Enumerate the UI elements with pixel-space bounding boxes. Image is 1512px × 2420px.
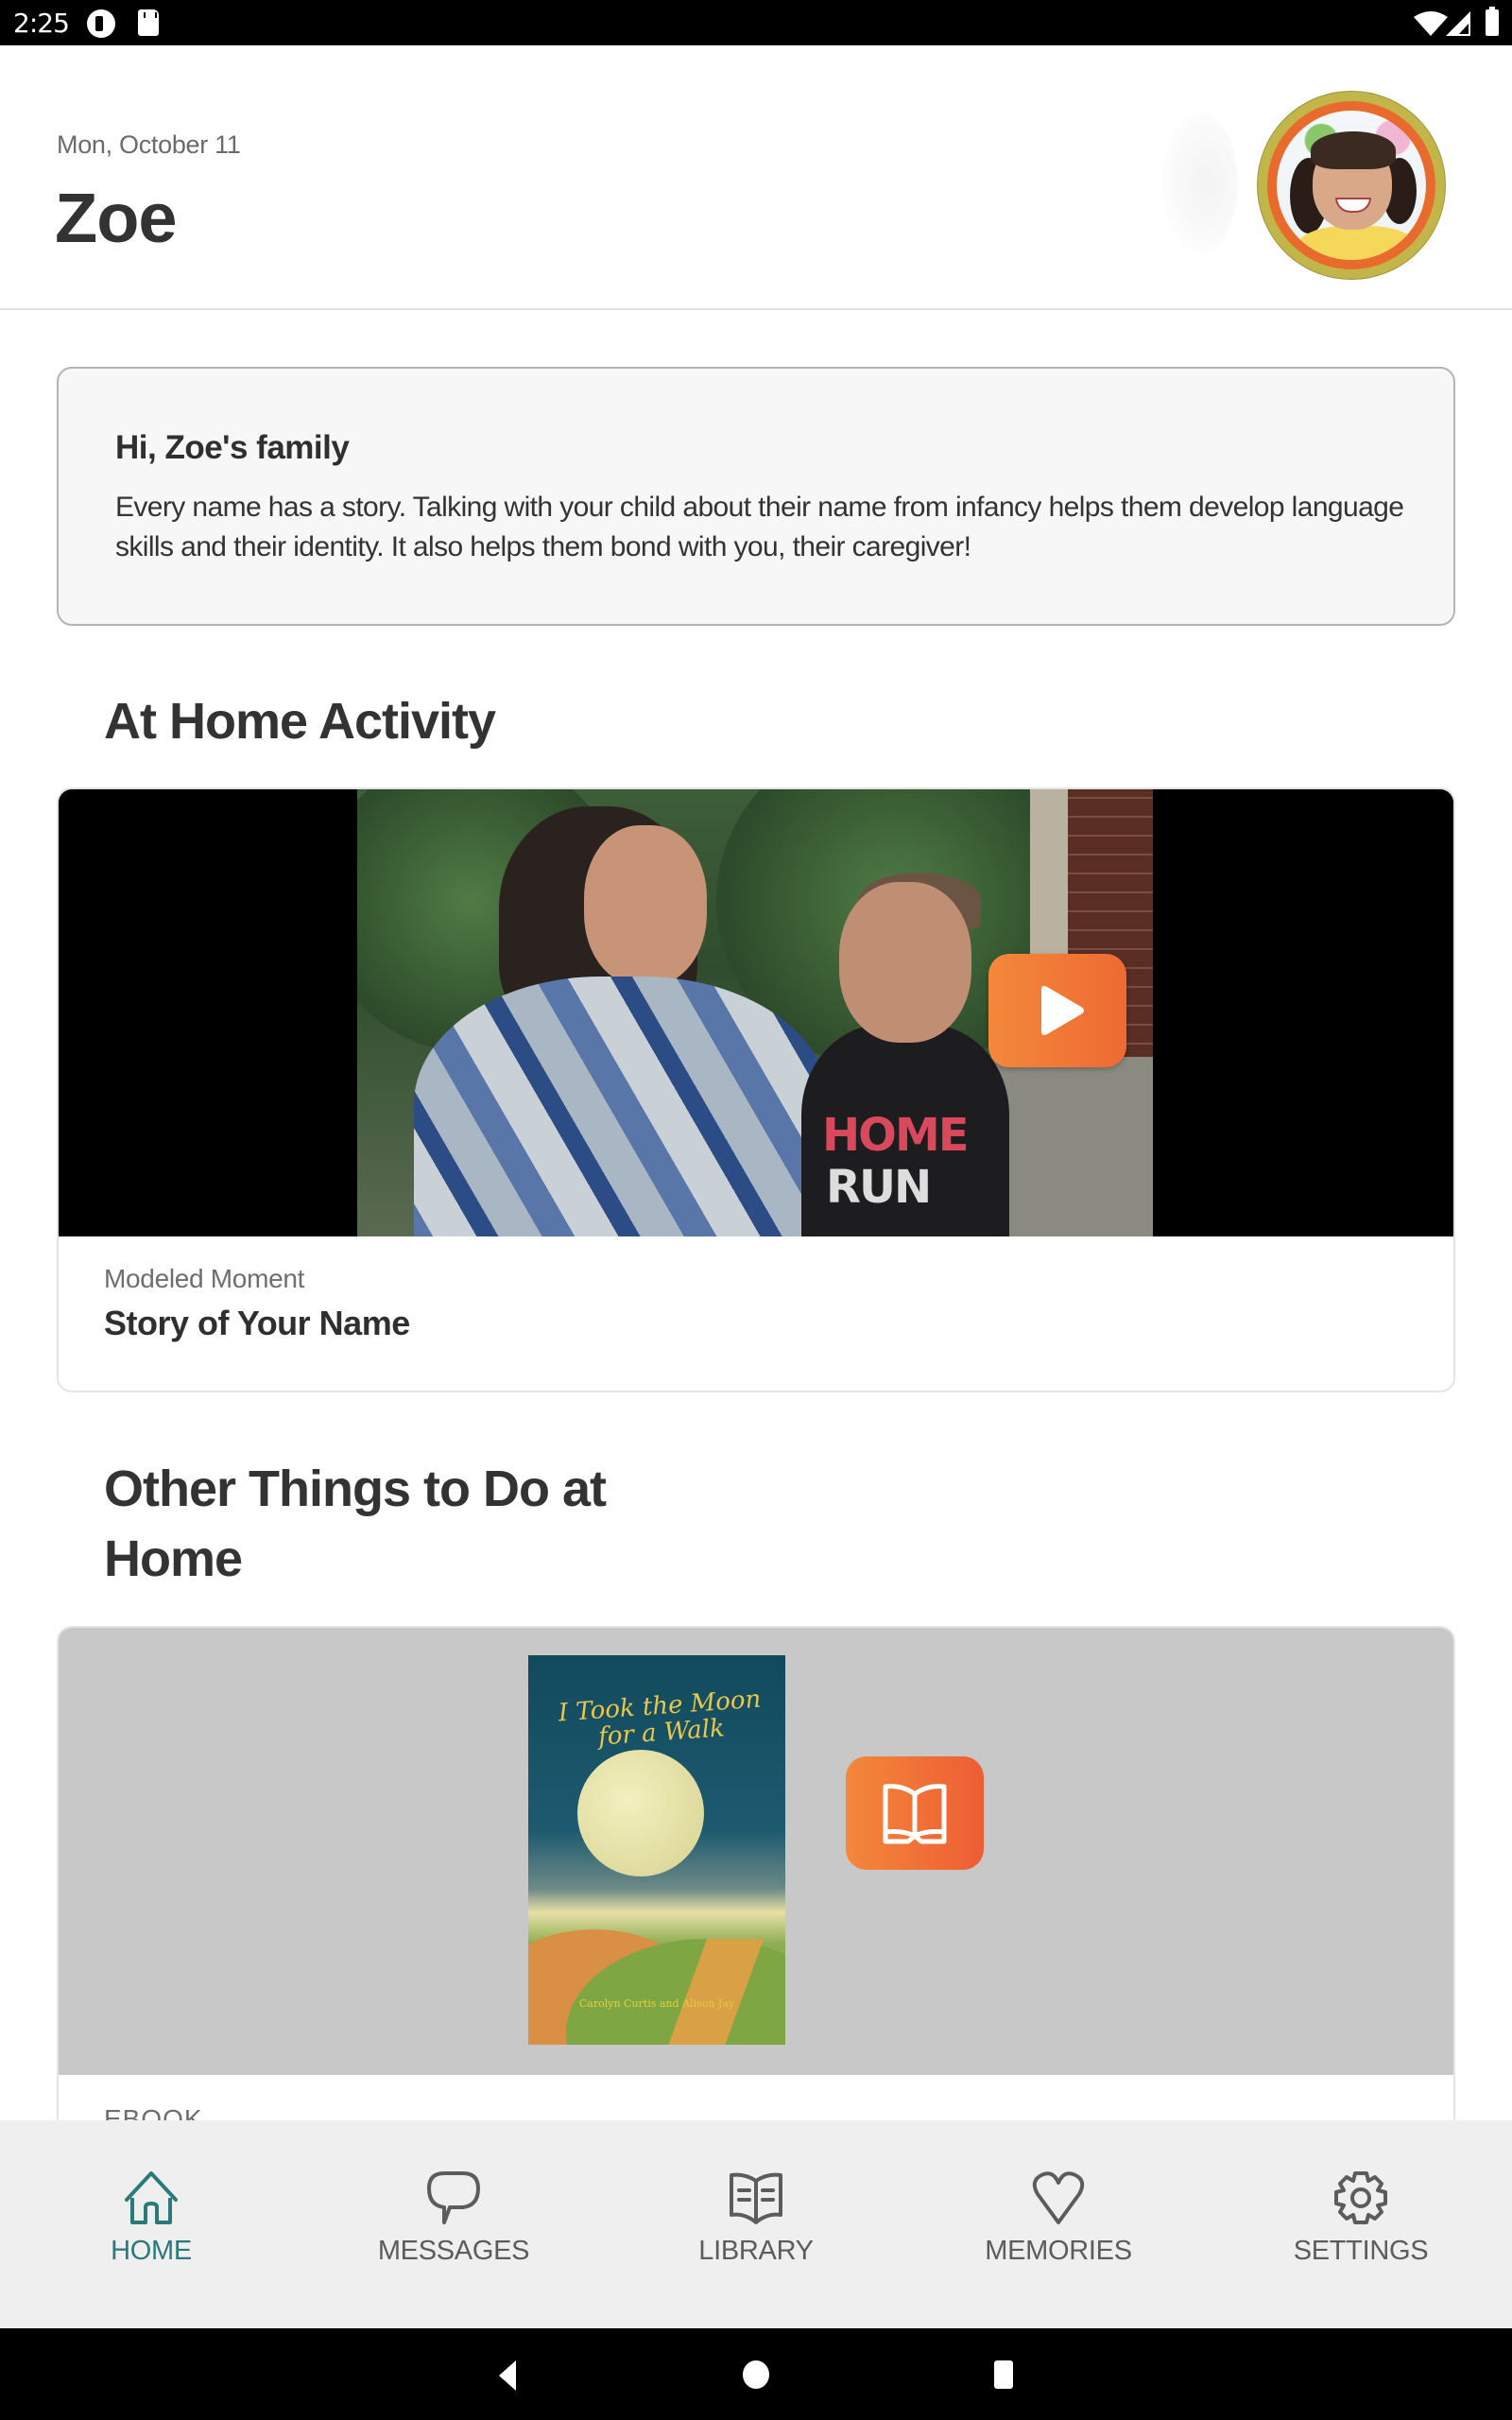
app-notification-icon <box>87 9 115 38</box>
book-cover[interactable]: I Took the Moon for a Walk Carolyn Curti… <box>528 1655 785 2045</box>
ebook-media[interactable]: I Took the Moon for a Walk Carolyn Curti… <box>59 1628 1453 2075</box>
video-thumbnail: HOME RUN <box>357 789 1153 1236</box>
chat-bubble-icon <box>427 2171 480 2224</box>
video-title[interactable]: Story of Your Name <box>104 1304 410 1343</box>
battery-icon <box>1486 7 1499 36</box>
header: Mon, October 11 Zoe <box>0 45 1512 310</box>
nav-label-memories: MEMORIES <box>985 2236 1132 2266</box>
read-ebook-button[interactable] <box>846 1756 984 1870</box>
play-icon <box>1041 986 1084 1035</box>
child-name: Zoe <box>55 179 178 257</box>
video-player[interactable]: HOME RUN <box>59 789 1453 1236</box>
nav-tab-settings[interactable]: SETTINGS <box>1210 2120 1512 2328</box>
greeting-title: Hi, Zoe's family <box>115 429 350 466</box>
open-book-icon <box>883 1784 947 1844</box>
book-cover-title: I Took the Moon for a Walk <box>557 1685 763 1752</box>
nav-tab-home[interactable]: HOME <box>0 2120 302 2328</box>
gear-icon <box>1334 2171 1387 2224</box>
nav-label-home: HOME <box>111 2236 192 2266</box>
book-cover-authors: Carolyn Curtis and Alison Jay <box>578 1997 735 2010</box>
nav-label-library: LIBRARY <box>698 2236 814 2266</box>
recents-icon[interactable] <box>994 2360 1013 2389</box>
video-meta: Modeled Moment Story of Your Name <box>104 1264 410 1343</box>
avatar-ring <box>1267 101 1435 269</box>
video-category: Modeled Moment <box>104 1264 305 1293</box>
status-time: 2:25 <box>13 8 70 39</box>
avatar-photo <box>1277 111 1426 260</box>
status-bar: 2:25 <box>0 0 1512 45</box>
heart-icon <box>1032 2171 1085 2224</box>
section-heading-other-things: Other Things to Do at Home <box>104 1461 607 1587</box>
greeting-card: Hi, Zoe's family Every name has a story.… <box>57 367 1455 626</box>
ebook-card[interactable]: I Took the Moon for a Walk Carolyn Curti… <box>57 1626 1455 2155</box>
nav-tab-library[interactable]: LIBRARY <box>605 2120 907 2328</box>
nav-label-messages: MESSAGES <box>377 2236 530 2266</box>
system-navigation-bar <box>0 2328 1512 2420</box>
bottom-navigation: HOME MESSAGES LIBRARY MEMORIES SETTINGS <box>0 2120 1512 2328</box>
home-circle-icon[interactable] <box>743 2360 769 2389</box>
shirt-print-text-2: RUN <box>826 1161 932 1214</box>
nav-tab-messages[interactable]: MESSAGES <box>302 2120 605 2328</box>
shirt-print-text: HOME <box>822 1109 970 1162</box>
wifi-icon <box>1414 11 1448 36</box>
avatar-switch-shadow <box>1162 112 1238 253</box>
nav-tab-memories[interactable]: MEMORIES <box>907 2120 1210 2328</box>
cell-signal-icon <box>1446 11 1470 36</box>
home-icon <box>125 2171 178 2224</box>
activity-video-card[interactable]: HOME RUN Modeled Moment Story of Your Na… <box>57 787 1455 1392</box>
section-heading-at-home-activity: At Home Activity <box>104 693 496 750</box>
sd-card-icon <box>138 9 159 36</box>
book-icon <box>730 2172 782 2224</box>
avatar[interactable] <box>1257 91 1446 280</box>
nav-label-settings: SETTINGS <box>1293 2236 1429 2266</box>
greeting-body: Every name has a story. Talking with you… <box>115 492 1404 562</box>
header-date: Mon, October 11 <box>57 130 241 159</box>
back-icon[interactable] <box>499 2360 516 2391</box>
play-button[interactable] <box>988 954 1126 1067</box>
